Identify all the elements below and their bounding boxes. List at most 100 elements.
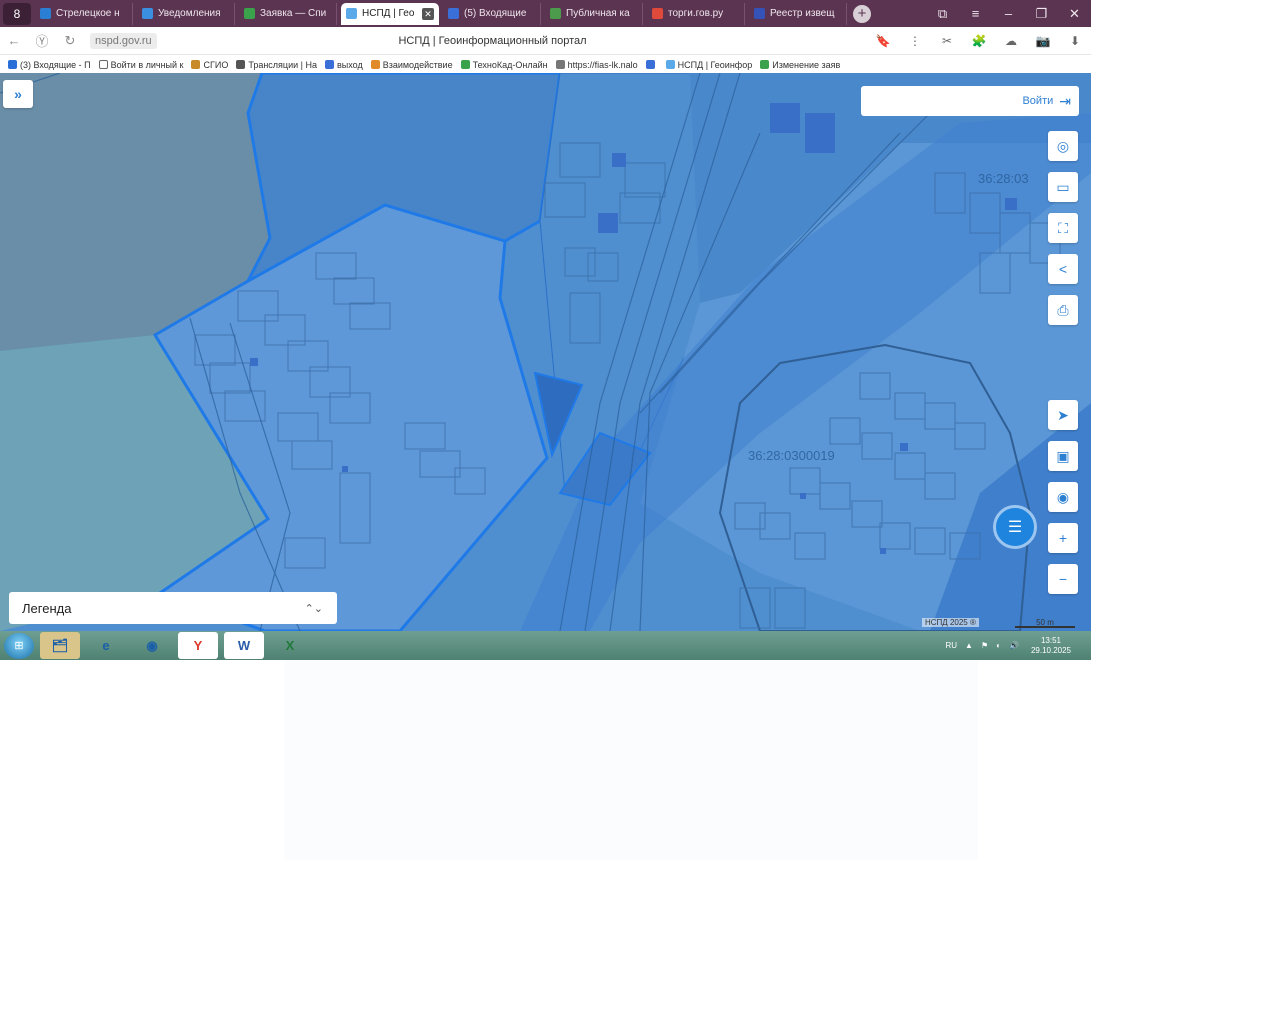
reload-icon[interactable]: ↻ — [56, 33, 84, 49]
bookmark-item[interactable]: Взаимодействие — [370, 59, 453, 70]
tab-label: Реестр извещ — [770, 8, 835, 19]
minimize-icon[interactable]: – — [992, 6, 1025, 22]
taskbar-word-icon[interactable]: W — [224, 632, 264, 659]
browser-menu-button[interactable]: 8 — [3, 2, 31, 25]
tab-2[interactable]: Заявка — Спи — [239, 2, 337, 25]
chevron-updown-icon: ⌃⌄ — [304, 602, 323, 615]
yandex-icon[interactable]: Ⓨ — [28, 31, 56, 50]
tab-bar: 8 Стрелецкое н Уведомления Заявка — Спи НСП… — [0, 0, 1091, 27]
url-field[interactable]: nspd.gov.ru — [90, 32, 157, 49]
share-button[interactable]: < — [1048, 254, 1078, 284]
layers-button[interactable]: ◎ — [1048, 131, 1078, 161]
taskbar-excel-icon[interactable]: X — [270, 632, 310, 659]
bookmark-label: Изменение заяв — [772, 59, 841, 70]
bookmark-label: выход — [336, 59, 363, 70]
extensions-icon[interactable]: 🧩 — [963, 34, 995, 48]
cadastral-label: 36:28:03 — [978, 171, 1029, 186]
close-window-icon[interactable]: ✕ — [1058, 6, 1091, 22]
favicon-icon — [244, 8, 255, 19]
map-view[interactable]: » Войти ⇥ ◎ ▭ ⛶ < ⎙ ➤ ▣ ◉ + − 36:28:03 36:28:0300… — [0, 73, 1091, 631]
taskbar-chrome-icon[interactable]: ◉ — [132, 632, 172, 659]
pin-button[interactable]: ◉ — [1048, 482, 1078, 512]
basemap-icon: ▣ — [1056, 447, 1070, 464]
start-button[interactable]: ⊞ — [4, 632, 34, 659]
expand-panel-button[interactable]: » — [3, 80, 33, 108]
zoom-out-button[interactable]: − — [1048, 564, 1078, 594]
bookmark-label: (3) Входящие - П — [20, 59, 91, 70]
bookmark-icon — [460, 60, 470, 69]
bookmark-item[interactable] — [645, 60, 658, 69]
language-indicator[interactable]: RU — [945, 641, 957, 650]
locate-button[interactable]: ➤ — [1048, 400, 1078, 430]
chat-button[interactable]: ☰ — [993, 505, 1037, 549]
cloud-icon[interactable]: ☁ — [995, 34, 1027, 48]
show-hidden-icon[interactable]: ▲ — [965, 641, 973, 650]
tab-5[interactable]: Публичная ка — [545, 2, 643, 25]
maximize-icon[interactable]: ❐ — [1025, 6, 1058, 22]
bookmark-item[interactable]: https://fias-lk.nalo — [555, 59, 638, 70]
bookmark-item[interactable]: ТехноКад-Онлайн — [460, 59, 548, 70]
camera-icon[interactable]: 📷 — [1027, 34, 1059, 48]
favicon-icon — [346, 8, 357, 19]
bookmark-icon — [8, 60, 17, 69]
tab-4[interactable]: (5) Входящие — [443, 2, 541, 25]
chat-icon: ☰ — [1007, 519, 1023, 536]
tab-1[interactable]: Уведомления — [137, 2, 235, 25]
bookmark-icon — [645, 60, 655, 69]
system-tray: RU ▲ ⚑ ◐ 🔊 — [937, 641, 1018, 650]
zoom-in-button[interactable]: + — [1048, 523, 1078, 553]
cadastral-map[interactable] — [0, 73, 1091, 631]
favicon-icon — [40, 8, 51, 19]
back-icon[interactable]: ← — [0, 33, 28, 48]
more-icon[interactable]: ⋮ — [899, 34, 931, 48]
measure-icon: ▭ — [1056, 178, 1070, 195]
bookmark-icon — [236, 60, 246, 69]
copyright-text: НСПД 2025 ® — [922, 618, 979, 627]
taskbar-explorer-icon[interactable]: 🗂 — [40, 632, 80, 659]
close-tab-icon[interactable]: ✕ — [422, 7, 434, 20]
bookmark-item[interactable]: СГИО — [191, 60, 228, 70]
share-icon: < — [1058, 261, 1068, 277]
bookmark-label: Взаимодействие — [382, 59, 453, 70]
bookmark-item[interactable]: НСПД | Геоинфор — [665, 60, 752, 70]
tab-label: Заявка — Спи — [260, 8, 327, 19]
select-area-button[interactable]: ⛶ — [1048, 213, 1078, 243]
download-icon[interactable]: ⬇ — [1059, 34, 1091, 48]
taskbar-yandex-icon[interactable]: Y — [178, 632, 218, 659]
restore-tabs-icon[interactable]: ⧉ — [926, 6, 959, 22]
print-button[interactable]: ⎙ — [1048, 295, 1078, 325]
bookmark-item[interactable]: выход — [324, 59, 363, 70]
tab-7[interactable]: Реестр извещ — [749, 2, 847, 25]
action-center-icon[interactable]: ⚑ — [981, 641, 988, 650]
bookmark-item[interactable]: Войти в личный к — [98, 59, 184, 70]
new-tab-button[interactable]: + — [853, 4, 871, 23]
login-icon: ⇥ — [1059, 92, 1071, 109]
screenshot-icon[interactable]: ✂ — [931, 34, 963, 48]
bookmark-item[interactable]: Изменение заяв — [760, 60, 840, 70]
tray-icons: ▲ ⚑ ◐ 🔊 — [957, 641, 1019, 650]
tab-label: НСПД | Гео — [362, 8, 415, 19]
zoom-in-icon: + — [1058, 530, 1068, 546]
taskbar-ie-icon[interactable]: e — [86, 632, 126, 659]
bookmark-item[interactable]: (3) Входящие - П — [8, 60, 91, 70]
bookmark-label: ТехноКад-Онлайн — [472, 59, 548, 70]
legend-dropdown[interactable]: Легенда ⌃⌄ — [9, 592, 337, 624]
clock[interactable]: 13:51 29.10.2025 — [1031, 636, 1071, 656]
tab-3[interactable]: НСПД | Гео ✕ — [341, 2, 439, 25]
menu-icon[interactable]: ≡ — [959, 6, 992, 22]
legend-label: Легенда — [22, 600, 72, 616]
tab-6[interactable]: торги.гов.ру — [647, 2, 745, 25]
measure-button[interactable]: ▭ — [1048, 172, 1078, 202]
bookmark-label: Войти в личный к — [110, 59, 184, 70]
network-icon[interactable]: ◐ — [996, 641, 1001, 650]
tab-strip: Стрелецкое н Уведомления Заявка — Спи НСПД … — [31, 2, 847, 25]
volume-icon[interactable]: 🔊 — [1009, 641, 1019, 650]
bookmark-label: https://fias-lk.nalo — [567, 59, 638, 70]
bookmark-icon[interactable]: 🔖 — [867, 34, 899, 48]
bookmark-icon — [555, 60, 565, 69]
basemap-button[interactable]: ▣ — [1048, 441, 1078, 471]
bookmark-item[interactable]: Трансляции | На — [236, 60, 317, 70]
login-button[interactable]: Войти ⇥ — [861, 86, 1079, 116]
tab-0[interactable]: Стрелецкое н — [35, 2, 133, 25]
blank-area — [284, 660, 978, 860]
